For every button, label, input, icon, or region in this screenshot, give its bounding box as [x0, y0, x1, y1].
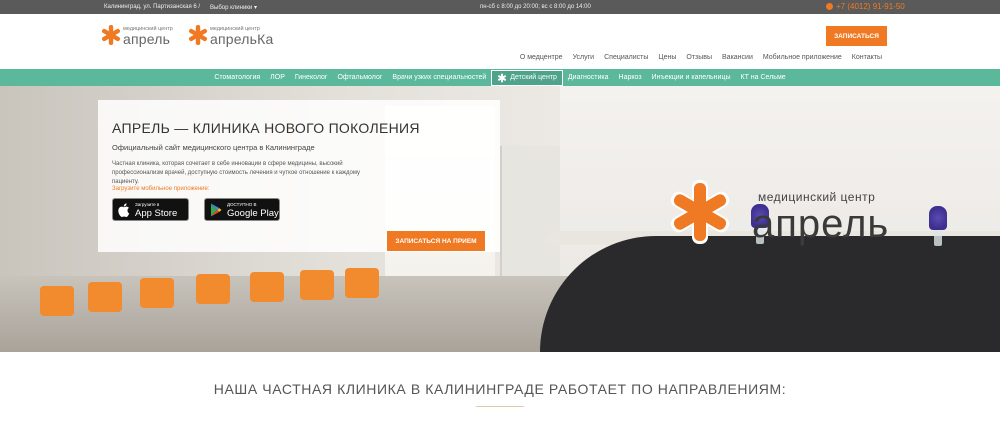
nav-prices[interactable]: Цены: [653, 54, 681, 61]
main-nav: О медцентре Услуги Специалисты Цены Отзы…: [515, 54, 887, 61]
app-store-button[interactable]: Загрузите в App Store: [112, 198, 189, 221]
nav-contacts[interactable]: Контакты: [847, 54, 887, 61]
chevron-down-icon: ▾: [253, 5, 257, 11]
service-ct[interactable]: КТ на Сельме: [736, 74, 791, 81]
phone-link[interactable]: +7 (4012) 91-91-50: [826, 2, 905, 11]
directions-heading: НАША ЧАСТНАЯ КЛИНИКА В КАЛИНИНГРАДЕ РАБО…: [213, 381, 787, 397]
wall-logo-title: апрель: [752, 202, 890, 246]
phone-icon: [826, 3, 833, 10]
nav-about[interactable]: О медцентре: [515, 54, 568, 61]
nav-services[interactable]: Услуги: [568, 54, 600, 61]
hero-card: АПРЕЛЬ — КЛИНИКА НОВОГО ПОКОЛЕНИЯ Официа…: [98, 100, 500, 252]
service-ophthalmologist[interactable]: Офтальмолог: [332, 74, 387, 81]
service-dentistry[interactable]: Стоматология: [209, 74, 265, 81]
services-nav-bar: Стоматология ЛОР Гинеколог Офтальмолог В…: [0, 69, 1000, 86]
service-kids-center[interactable]: Детский центр: [491, 69, 563, 86]
nav-mobile-app[interactable]: Мобильное приложение: [758, 54, 847, 61]
heading-divider: [476, 406, 524, 407]
signup-button[interactable]: ЗАПИСАТЬСЯ: [826, 26, 887, 46]
asterisk-logo-icon: [188, 25, 208, 45]
clinic-address: Калининград, ул. Партизанская 6 /: [104, 4, 201, 10]
nav-reviews[interactable]: Отзывы: [681, 54, 717, 61]
working-hours: пн-сб с 8:00 до 20:00; вс с 8:00 до 14:0…: [480, 4, 591, 10]
hero-description: Частная клиника, которая сочетает в себе…: [112, 161, 361, 185]
kids-center-icon: [498, 73, 507, 82]
nav-vacancies[interactable]: Вакансии: [717, 54, 758, 61]
service-injections[interactable]: Инъекции и капельницы: [647, 74, 736, 81]
nav-specialists[interactable]: Специалисты: [599, 54, 653, 61]
asterisk-logo-icon: [101, 25, 121, 45]
clinic-select-dropdown[interactable]: Выбор клиники ▾: [210, 4, 257, 11]
hero-subtitle: Официальный сайт медицинского центра в К…: [112, 143, 315, 152]
service-ent[interactable]: ЛОР: [265, 74, 290, 81]
service-specialists[interactable]: Врачи узких специальностей: [387, 74, 491, 81]
google-play-button[interactable]: ДОСТУПНО В Google Play: [204, 198, 280, 221]
wall-logo-icon: [670, 180, 730, 244]
service-diagnostics[interactable]: Диагностика: [563, 74, 614, 81]
hero-title: АПРЕЛЬ — КЛИНИКА НОВОГО ПОКОЛЕНИЯ: [112, 120, 420, 136]
book-appointment-button[interactable]: ЗАПИСАТЬСЯ НА ПРИЕМ: [387, 231, 485, 251]
service-gynecologist[interactable]: Гинеколог: [290, 74, 333, 81]
app-prompt: Загрузите мобильное приложение:: [112, 186, 210, 192]
top-info-bar: Калининград, ул. Партизанская 6 / Выбор …: [0, 0, 1000, 14]
site-header: медицинский центр апрель медицинский цен…: [0, 14, 1000, 69]
service-anesthesia[interactable]: Наркоз: [614, 74, 647, 81]
hero-banner: медицинский центр апрель АПРЕЛЬ — КЛИНИК…: [0, 86, 1000, 352]
apple-icon: [118, 203, 130, 217]
google-play-icon: [211, 203, 222, 217]
